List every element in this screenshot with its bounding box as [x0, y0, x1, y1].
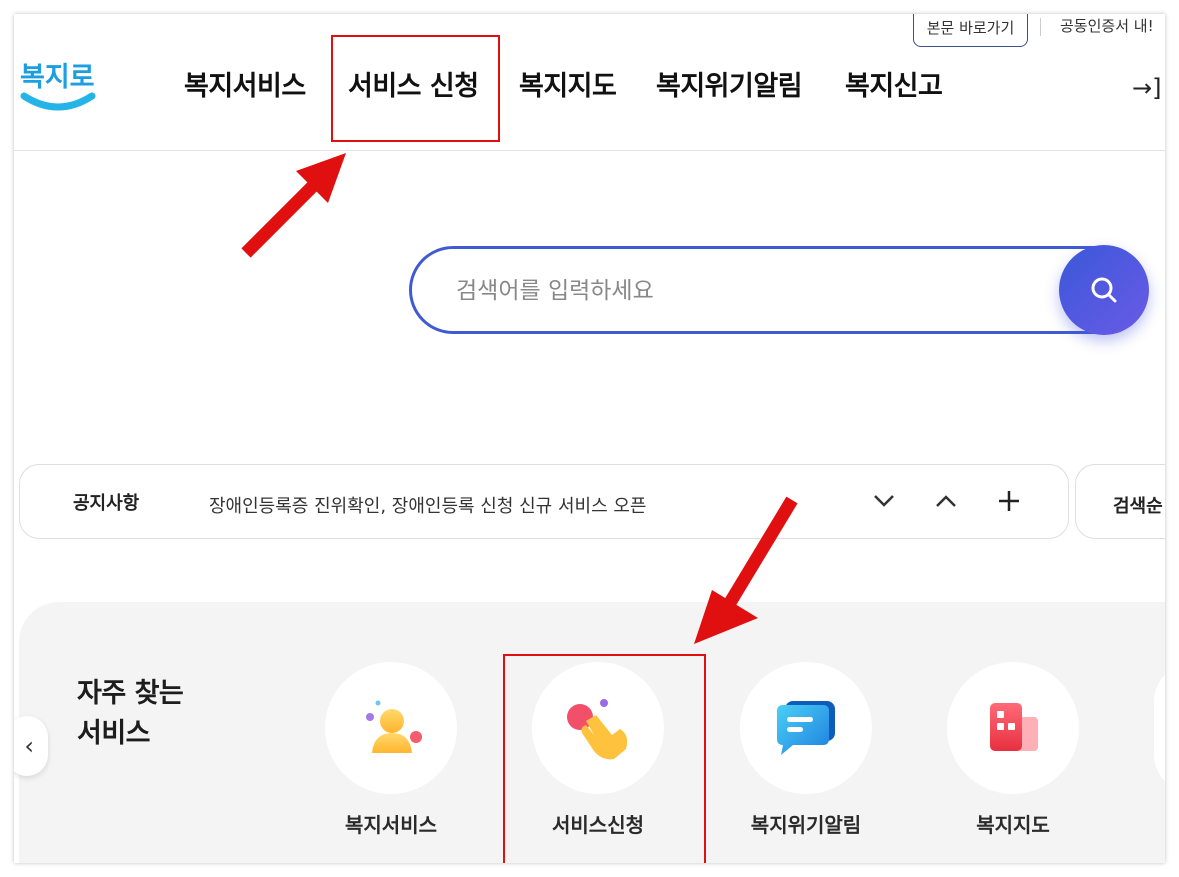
- annotation-arrow-up: [241, 153, 346, 258]
- quick-services-title: 자주 찾는 서비스: [77, 674, 184, 754]
- gnb-item-welfare-report[interactable]: 복지신고: [845, 64, 943, 103]
- gnb-item-service-apply[interactable]: 서비스 신청: [348, 64, 479, 103]
- browser-viewport: 본문 바로가기 공동인증서 내! 복지로 복지서비스 서비스 신청 복지지도 복…: [14, 14, 1165, 863]
- quick-item-label: 복지위기알림: [750, 813, 862, 837]
- site-logo[interactable]: 복지로: [18, 52, 102, 114]
- notice-prev-button[interactable]: [928, 481, 964, 521]
- search-input[interactable]: [456, 271, 1016, 311]
- gnb-item-crisis-alert[interactable]: 복지위기알림: [656, 64, 803, 103]
- chevron-down-icon: [874, 495, 894, 507]
- notice-more-button[interactable]: [991, 481, 1027, 521]
- quick-item-crisis-alert[interactable]: 복지위기알림: [726, 662, 886, 847]
- quick-title-line2: 서비스: [77, 718, 151, 749]
- gnb-item-welfare-service[interactable]: 복지서비스: [184, 64, 306, 103]
- quick-item-circle: [532, 662, 664, 794]
- carousel-prev-button[interactable]: ‹: [14, 716, 48, 776]
- building-icon: [990, 703, 1038, 751]
- search-button[interactable]: [1059, 245, 1149, 335]
- notice-bar: 공지사항 장애인등록증 진위확인, 장애인등록 신청 신규 서비스 오픈: [19, 464, 1069, 539]
- chevron-up-icon: [936, 495, 956, 507]
- utility-divider: [1040, 18, 1041, 36]
- search-icon: [1091, 277, 1117, 303]
- quick-item-circle: [740, 662, 872, 794]
- quick-item-circle: [325, 662, 457, 794]
- header-divider: [14, 150, 1165, 151]
- quick-item-welfare-service[interactable]: 복지서비스: [311, 662, 471, 847]
- quick-item-welfare-map[interactable]: 복지지도: [933, 662, 1093, 847]
- notice-text[interactable]: 장애인등록증 진위확인, 장애인등록 신청 신규 서비스 오픈: [209, 492, 647, 518]
- quick-item-label: 복지지도: [976, 813, 1050, 837]
- search-rank-label: 검색순: [1113, 496, 1163, 517]
- quick-title-line1: 자주 찾는: [77, 678, 184, 709]
- certificate-link[interactable]: 공동인증서 내!: [1060, 15, 1154, 36]
- plus-icon: [999, 491, 1019, 511]
- quick-item-circle: [947, 662, 1079, 794]
- hand-tap-icon: [567, 699, 628, 760]
- login-icon[interactable]: →]: [1132, 74, 1161, 102]
- logo-text: 복지로: [20, 62, 95, 93]
- quick-item-service-apply[interactable]: 서비스신청: [518, 662, 678, 847]
- notice-title: 공지사항: [73, 493, 140, 514]
- person-icon: [366, 700, 422, 753]
- skip-to-content-link[interactable]: 본문 바로가기: [913, 14, 1028, 47]
- search-box: [409, 246, 1144, 334]
- quick-item-label: 서비스신청: [552, 813, 644, 837]
- notice-next-button[interactable]: [866, 481, 902, 521]
- logo-icon: 복지로: [20, 62, 96, 111]
- search-rank-panel[interactable]: 검색순: [1075, 464, 1165, 539]
- gnb-item-welfare-map[interactable]: 복지지도: [519, 64, 617, 103]
- chat-bubble-icon: [777, 701, 835, 755]
- quick-item-label: 복지서비스: [345, 813, 437, 837]
